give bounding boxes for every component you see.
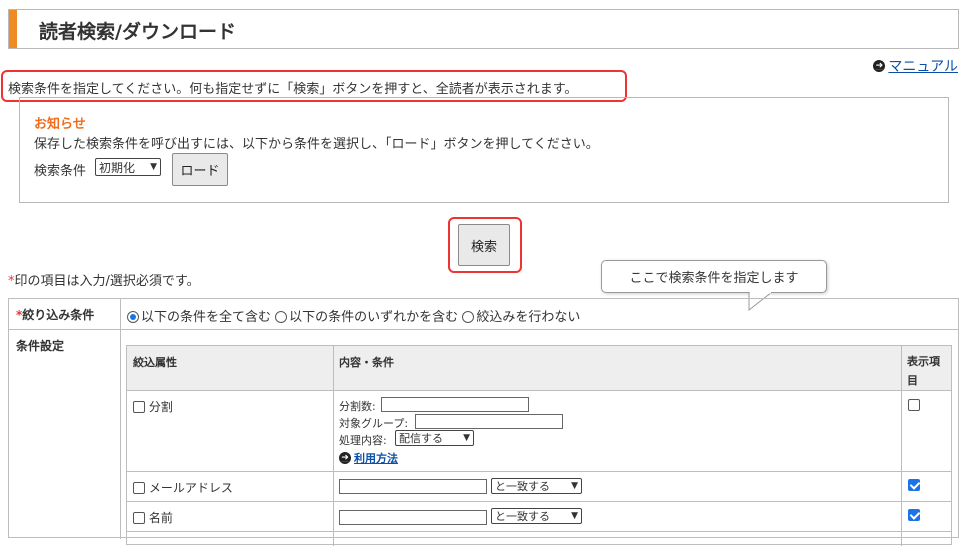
instruction-text: 検索条件を指定してください。何も指定せずに「検索」ボタンを押すと、全読者が表示さ… — [8, 82, 578, 97]
condition-label: 検索条件 — [34, 164, 87, 179]
row-name-display[interactable] — [908, 508, 920, 523]
row-divider — [127, 471, 951, 472]
name-input[interactable] — [339, 510, 487, 525]
radio-selected-icon — [127, 311, 139, 323]
filter-option-none[interactable]: 絞込みを行わない — [462, 310, 580, 325]
checkbox-icon — [133, 512, 145, 524]
radio-icon — [462, 311, 475, 323]
row-divider — [127, 390, 951, 391]
filter-option-all[interactable]: 以下の条件を全て含む — [127, 310, 271, 325]
name-match-value: と一致する — [495, 510, 550, 523]
filter-label: *絞り込み条件 — [16, 308, 95, 322]
email-match-value: と一致する — [495, 480, 550, 493]
row-split-display[interactable] — [908, 398, 920, 413]
row-split-attr[interactable]: 分割 — [133, 398, 173, 415]
arrow-right-circle-icon: ➜ — [339, 452, 351, 464]
split-count-input[interactable] — [381, 397, 529, 412]
email-input[interactable] — [339, 479, 487, 494]
checkbox-icon — [133, 401, 145, 413]
usage-link[interactable]: ➜ 利用方法 — [339, 450, 398, 466]
manual-link[interactable]: ➜ マニュアル — [873, 56, 958, 76]
chevron-down-icon: ▼ — [571, 511, 578, 521]
column-divider — [901, 346, 902, 546]
checkbox-icon — [133, 482, 145, 494]
condition-select[interactable]: 初期化 ▼ — [95, 158, 161, 176]
name-match-select[interactable]: と一致する ▼ — [491, 508, 582, 524]
notice-text: 保存した検索条件を呼び出すには、以下から条件を選択し、「ロード」ボタンを押してく… — [34, 137, 599, 152]
process-select-value: 配信する — [399, 432, 443, 445]
page-title: 読者検索/ダウンロード — [39, 21, 236, 43]
header-content: 内容・条件 — [339, 356, 394, 369]
header-accent-bar — [9, 10, 17, 48]
process-select[interactable]: 配信する ▼ — [395, 430, 474, 446]
row-divider — [127, 531, 951, 532]
inner-table-header — [127, 346, 951, 390]
manual-link-label: マニュアル — [888, 59, 958, 75]
column-divider — [333, 346, 334, 546]
chevron-down-icon: ▼ — [150, 162, 157, 172]
row-email-attr[interactable]: メールアドレス — [133, 479, 233, 496]
chevron-down-icon: ▼ — [571, 481, 578, 491]
search-button[interactable]: 検索 — [458, 224, 510, 266]
target-group-label: 対象グループ: — [339, 417, 409, 430]
split-count-label: 分割数: — [339, 400, 376, 413]
column-divider — [120, 299, 121, 539]
radio-icon — [275, 311, 288, 323]
condition-select-value: 初期化 — [99, 160, 136, 175]
required-note: *印の項目は入力/選択必須です。 — [8, 270, 200, 289]
process-label: 処理内容: — [339, 434, 387, 447]
target-group-input[interactable] — [415, 414, 563, 429]
arrow-right-circle-icon: ➜ — [873, 60, 886, 72]
checkbox-icon — [908, 399, 920, 411]
row-email-display[interactable] — [908, 478, 920, 493]
callout-text: ここで検索条件を指定します — [629, 271, 799, 286]
conditions-label: 条件設定 — [16, 339, 65, 353]
row-divider — [9, 329, 958, 330]
notice-title: お知らせ — [34, 117, 86, 132]
header-attr: 絞込属性 — [133, 356, 177, 369]
checkbox-checked-icon — [908, 509, 920, 521]
row-divider — [127, 501, 951, 502]
conditions-inner-table: 絞込属性 内容・条件 表示項 目 分割 分割数: 対象グループ: 処理内容: 配… — [126, 345, 952, 546]
filter-options: 以下の条件を全て含む 以下の条件のいずれかを含む 絞込みを行わない — [127, 306, 580, 325]
callout-tooltip: ここで検索条件を指定します — [601, 260, 827, 293]
notice-box: お知らせ 保存した検索条件を呼び出すには、以下から条件を選択し、「ロード」ボタン… — [19, 97, 949, 203]
filter-option-any[interactable]: 以下の条件のいずれかを含む — [275, 310, 458, 325]
row-name-attr[interactable]: 名前 — [133, 509, 173, 526]
email-match-select[interactable]: と一致する ▼ — [491, 478, 582, 494]
page-header: 読者検索/ダウンロード — [8, 9, 959, 49]
chevron-down-icon: ▼ — [463, 433, 470, 443]
checkbox-checked-icon — [908, 479, 920, 491]
conditions-table: *絞り込み条件 以下の条件を全て含む 以下の条件のいずれかを含む 絞込みを行わな… — [8, 298, 959, 546]
required-note-text: 印の項目は入力/選択必須です。 — [14, 274, 200, 289]
header-display: 表示項 目 — [907, 355, 940, 387]
load-button[interactable]: ロード — [172, 153, 228, 186]
